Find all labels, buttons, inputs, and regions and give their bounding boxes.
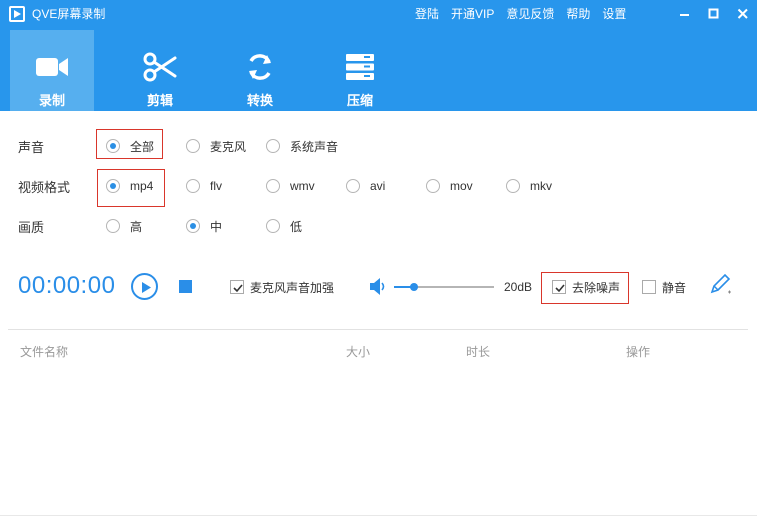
format-radio-mkv-label: mkv	[530, 179, 552, 193]
quality-radio-low-label: 低	[290, 219, 303, 234]
format-radio-mp4[interactable]: mp4	[106, 174, 153, 198]
nav-convert-label: 转换	[246, 93, 273, 108]
denoise-label: 去除噪声	[572, 280, 621, 295]
format-row: 视频格式 mp4 flv wmv avi mov mkv	[0, 174, 757, 198]
denoise-checkbox[interactable]: 去除噪声	[552, 278, 620, 296]
video-camera-icon	[34, 52, 70, 82]
mic-boost-checkbox[interactable]: 麦克风声音加强	[230, 278, 334, 296]
format-radio-wmv-label: wmv	[290, 179, 315, 193]
vip-link[interactable]: 开通VIP	[451, 5, 494, 23]
sound-row: 声音 全部 麦克风 系统声音	[0, 134, 757, 158]
checkbox-box	[552, 280, 566, 294]
scissors-icon	[142, 52, 178, 82]
window-controls	[670, 0, 757, 28]
format-radio-avi[interactable]: avi	[346, 174, 385, 198]
compress-icon	[342, 52, 378, 82]
format-radio-flv-label: flv	[210, 179, 222, 193]
radio-unchecked	[186, 139, 200, 153]
quality-radio-high-label: 高	[130, 219, 143, 234]
close-icon[interactable]	[728, 0, 757, 28]
titlebar: QVE屏幕录制 登陆 开通VIP 意见反馈 帮助 设置	[0, 0, 757, 28]
sound-radio-all[interactable]: 全部	[106, 134, 154, 158]
sound-radio-mic-label: 麦克风	[210, 139, 247, 154]
radio-unchecked	[426, 179, 440, 193]
check-icon	[555, 284, 565, 293]
format-radio-avi-label: avi	[370, 179, 386, 193]
format-radio-mkv[interactable]: mkv	[506, 174, 552, 198]
check-icon	[233, 284, 243, 293]
checkbox-box	[642, 280, 656, 294]
format-radio-mov[interactable]: mov	[426, 174, 473, 198]
play-button[interactable]	[131, 273, 158, 300]
sound-label: 声音	[18, 140, 45, 155]
nav-edit-label: 剪辑	[146, 93, 173, 108]
radio-checked	[106, 179, 120, 193]
format-label: 视频格式	[18, 180, 71, 195]
list-divider	[8, 329, 748, 330]
play-icon	[142, 282, 151, 293]
radio-unchecked	[506, 179, 520, 193]
quality-radio-low[interactable]: 低	[266, 214, 302, 238]
quality-label: 画质	[18, 220, 45, 235]
col-actions: 操作	[626, 345, 651, 359]
sound-radio-mic[interactable]: 麦克风	[186, 134, 246, 158]
radio-unchecked	[266, 179, 280, 193]
radio-unchecked	[346, 179, 360, 193]
bottom-border	[0, 515, 757, 516]
nav-record[interactable]: 录制	[10, 30, 94, 111]
quality-row: 画质 高 中 低	[0, 214, 757, 238]
col-file-name: 文件名称	[20, 345, 69, 359]
record-timer: 00:00:00	[18, 272, 116, 299]
radio-unchecked	[266, 219, 280, 233]
stop-button[interactable]	[179, 280, 192, 293]
help-link[interactable]: 帮助	[566, 5, 590, 23]
radio-checked	[186, 219, 200, 233]
sound-radio-all-label: 全部	[130, 139, 155, 154]
pen-icon[interactable]	[708, 273, 732, 299]
nav-convert[interactable]: 转换	[210, 30, 310, 111]
minimize-icon[interactable]	[670, 0, 699, 28]
feedback-link[interactable]: 意见反馈	[506, 5, 554, 23]
col-duration: 时长	[466, 345, 491, 359]
format-radio-mp4-label: mp4	[130, 179, 154, 193]
volume-slider[interactable]	[394, 283, 494, 291]
volume-value: 20dB	[504, 280, 533, 294]
format-radio-wmv[interactable]: wmv	[266, 174, 315, 198]
volume-icon[interactable]	[369, 278, 387, 298]
nav-record-label: 录制	[38, 93, 65, 108]
top-links: 登陆 开通VIP 意见反馈 帮助 设置	[409, 5, 632, 23]
quality-radio-medium-label: 中	[210, 219, 223, 234]
mute-label: 静音	[662, 280, 687, 295]
mic-boost-label: 麦克风声音加强	[250, 280, 335, 295]
main-nav: 录制 剪辑 转换 压缩	[10, 30, 410, 111]
checkbox-box	[230, 280, 244, 294]
app-title: QVE屏幕录制	[32, 7, 106, 21]
format-radio-mov-label: mov	[450, 179, 473, 193]
app-logo-icon	[9, 6, 25, 22]
mute-checkbox[interactable]: 静音	[642, 278, 686, 296]
radio-checked	[106, 139, 120, 153]
radio-unchecked	[106, 219, 120, 233]
sound-radio-system-label: 系统声音	[290, 139, 339, 154]
sound-radio-system[interactable]: 系统声音	[266, 134, 338, 158]
header: QVE屏幕录制 登陆 开通VIP 意见反馈 帮助 设置 录制 剪辑 转换 压缩	[0, 0, 757, 111]
nav-compress[interactable]: 压缩	[310, 30, 410, 111]
format-radio-flv[interactable]: flv	[186, 174, 222, 198]
radio-unchecked	[266, 139, 280, 153]
settings-link[interactable]: 设置	[602, 5, 626, 23]
col-size: 大小	[346, 345, 371, 359]
nav-compress-label: 压缩	[346, 93, 373, 108]
login-link[interactable]: 登陆	[415, 5, 439, 23]
maximize-icon[interactable]	[699, 0, 728, 28]
quality-radio-high[interactable]: 高	[106, 214, 142, 238]
quality-radio-medium[interactable]: 中	[186, 214, 222, 238]
volume-slider-thumb[interactable]	[410, 283, 418, 291]
nav-edit[interactable]: 剪辑	[110, 30, 210, 111]
convert-arrows-icon	[242, 52, 278, 82]
radio-unchecked	[186, 179, 200, 193]
